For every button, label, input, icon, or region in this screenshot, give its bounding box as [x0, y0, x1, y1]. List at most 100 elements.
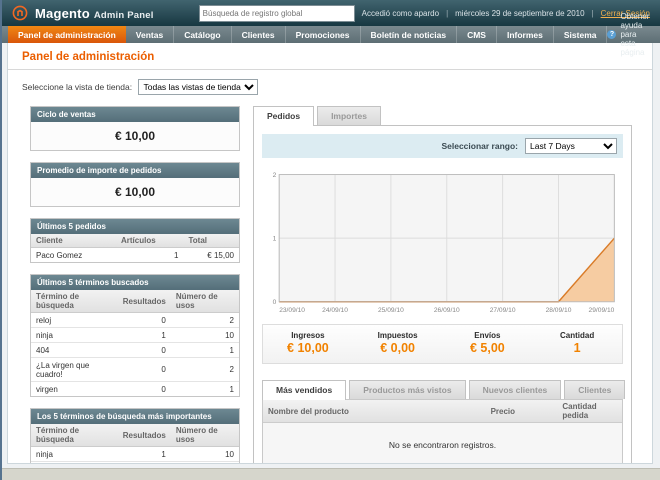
column-header: Cantidad pedida — [557, 400, 622, 424]
logged-in-as: Accedió como apardo — [361, 8, 440, 18]
empty-records-message: No se encontraron registros. — [263, 422, 622, 463]
table-cell: 1 — [170, 342, 239, 358]
dashboard-main: Pedidos Importes Seleccionar rango: Last … — [253, 106, 632, 463]
tab-importes[interactable]: Importes — [317, 106, 381, 125]
table-row[interactable]: ninja 1 10 — [31, 327, 239, 343]
nav-item-promociones[interactable]: Promociones — [286, 26, 361, 43]
table-cell: Paco Gomez — [31, 247, 116, 262]
range-select[interactable]: Last 7 Days — [525, 138, 617, 154]
top-search-terms-box: Los 5 términos de búsqueda más important… — [30, 408, 240, 463]
orders-chart-wrap: 23/09/10 24/09/10 25/09/10 26/09/10 27/09/10… — [262, 158, 623, 316]
nav-item-sistema[interactable]: Sistema — [554, 26, 608, 43]
top-header: MagentoAdmin Panel Accedió como apardo |… — [0, 0, 660, 26]
table-cell: 0 — [117, 342, 171, 358]
tab-productos-m-s-vistos[interactable]: Productos más vistos — [349, 380, 466, 400]
chart-tabs: Pedidos Importes — [253, 106, 632, 126]
nav-item-panel-de-administraci-n[interactable]: Panel de administración — [8, 26, 126, 43]
page-title: Panel de administración — [8, 43, 652, 70]
total-env-os: Envíos € 5,00 — [443, 331, 533, 355]
last-orders-box: Últimos 5 pedidos Cliente Artículos Total P… — [30, 218, 240, 263]
help-icon: ? — [607, 30, 617, 39]
nav-item-informes[interactable]: Informes — [497, 26, 554, 43]
table-row[interactable]: 404 0 1 — [31, 342, 239, 358]
magento-admin-window: MagentoAdmin Panel Accedió como apardo |… — [0, 0, 660, 480]
window-edge — [0, 0, 2, 480]
total-label: Cantidad — [560, 331, 595, 341]
column-header: Cliente — [31, 234, 116, 248]
total-cantidad: Cantidad 1 — [532, 331, 622, 355]
bottom-tabs: Más vendidos Productos más vistos Nuevos c… — [262, 380, 626, 401]
table-row[interactable]: virgen 0 1 — [31, 381, 239, 396]
lifetime-sales-value: € 10,00 — [31, 122, 239, 150]
svg-text:25/09/10: 25/09/10 — [378, 307, 404, 314]
column-header: Artículos — [116, 234, 184, 248]
average-orders-value: € 10,00 — [31, 178, 239, 206]
column-header: Nombre del producto — [263, 400, 486, 424]
totals-row: Ingresos € 10,00 Impuestos € 0,00 Envíos € 5,… — [262, 324, 623, 365]
last-orders-table: Cliente Artículos Total Paco Gomez 1 € 15,00 — [31, 234, 239, 262]
tab-m-s-vendidos[interactable]: Más vendidos — [262, 380, 347, 401]
table-cell: 404 — [31, 342, 118, 358]
last-orders-title: Últimos 5 pedidos — [31, 219, 239, 234]
table-cell: ¿La virgen que cuadro! — [31, 357, 118, 382]
table-cell: reloj — [31, 312, 118, 328]
nav-item-cat-logo[interactable]: Catálogo — [174, 26, 232, 43]
lifetime-sales-title: Ciclo de ventas — [31, 107, 239, 122]
table-cell: 0 — [117, 357, 171, 382]
current-date: miércoles 29 de septiembre de 2010 — [455, 8, 585, 18]
table-row[interactable]: ¿La virgen que cuadro! 0 2 — [31, 357, 239, 382]
total-label: Ingresos — [291, 331, 325, 341]
column-header: Resultados — [117, 290, 171, 313]
table-cell: 0 — [117, 312, 171, 328]
page-help-label: Obtener ayuda para esta página — [620, 12, 650, 57]
tab-pedidos[interactable]: Pedidos — [253, 106, 315, 126]
svg-text:29/09/10: 29/09/10 — [589, 307, 615, 314]
last-search-terms-table: Término de búsqueda Resultados Número de u… — [31, 290, 239, 396]
top-search-terms-title: Los 5 términos de búsqueda más important… — [31, 409, 239, 424]
table-cell: 2 — [170, 312, 239, 328]
table-cell: 1 — [170, 381, 239, 396]
table-cell: 0 — [117, 461, 171, 463]
global-search-input[interactable] — [198, 4, 355, 22]
table-cell: € 15,00 — [183, 247, 239, 262]
nav-item-clientes[interactable]: Clientes — [232, 26, 286, 43]
column-header: Término de búsqueda — [31, 290, 118, 313]
table-row[interactable]: reloj02 — [31, 312, 239, 328]
table-cell: 10 — [170, 327, 239, 343]
table-cell: virgen — [31, 381, 118, 396]
last-search-terms-title: Últimos 5 términos buscados — [31, 275, 239, 290]
table-row[interactable]: Paco Gomez 1 € 15,00 — [31, 247, 239, 262]
tab-nuevos-clientes[interactable]: Nuevos clientes — [468, 380, 562, 400]
app-title: Magento Admin Panel — [35, 5, 154, 21]
magento-logo-icon — [12, 5, 28, 21]
store-view-select[interactable]: Todas las vistas de tienda — [138, 79, 259, 95]
table-cell: 10 — [170, 446, 239, 462]
column-header: Resultados — [117, 424, 171, 447]
page-help-link[interactable]: ? Obtener ayuda para esta página — [607, 12, 660, 57]
svg-text:27/09/10: 27/09/10 — [490, 307, 516, 314]
nav-item-cms[interactable]: CMS — [457, 26, 497, 43]
total-label: Impuestos — [377, 331, 418, 341]
table-cell: ninja — [31, 446, 118, 462]
total-value: € 0,00 — [380, 341, 415, 356]
column-header: Precio — [485, 400, 558, 424]
svg-text:1: 1 — [273, 236, 277, 243]
sidebar-stats-column: Ciclo de ventas € 10,00 Promedio de impo… — [30, 106, 240, 463]
tab-clientes[interactable]: Clientes — [564, 380, 626, 400]
chart-panel: Seleccionar rango: Last 7 Days 23/09/10 2… — [253, 125, 632, 463]
total-value: 1 — [573, 341, 581, 356]
footer-strip — [0, 468, 660, 480]
total-ingresos: Ingresos € 10,00 — [263, 331, 353, 355]
products-grid-panel: Nombre del producto Precio Cantidad pedida… — [262, 399, 623, 463]
table-row[interactable]: reloj02 — [31, 461, 239, 463]
nav-item-ventas[interactable]: Ventas — [126, 26, 175, 43]
table-cell: ninja — [31, 327, 118, 343]
lifetime-sales-box: Ciclo de ventas € 10,00 — [30, 106, 240, 151]
nav-item-bolet-n-de-noticias[interactable]: Boletín de noticias — [361, 26, 458, 43]
column-header: Término de búsqueda — [31, 424, 118, 447]
total-impuestos: Impuestos € 0,00 — [353, 331, 443, 355]
products-grid: Nombre del producto Precio Cantidad pedida… — [263, 400, 622, 463]
table-cell: 2 — [170, 461, 239, 463]
column-header: Total — [183, 234, 239, 248]
table-row[interactable]: ninja 1 10 — [31, 446, 239, 462]
